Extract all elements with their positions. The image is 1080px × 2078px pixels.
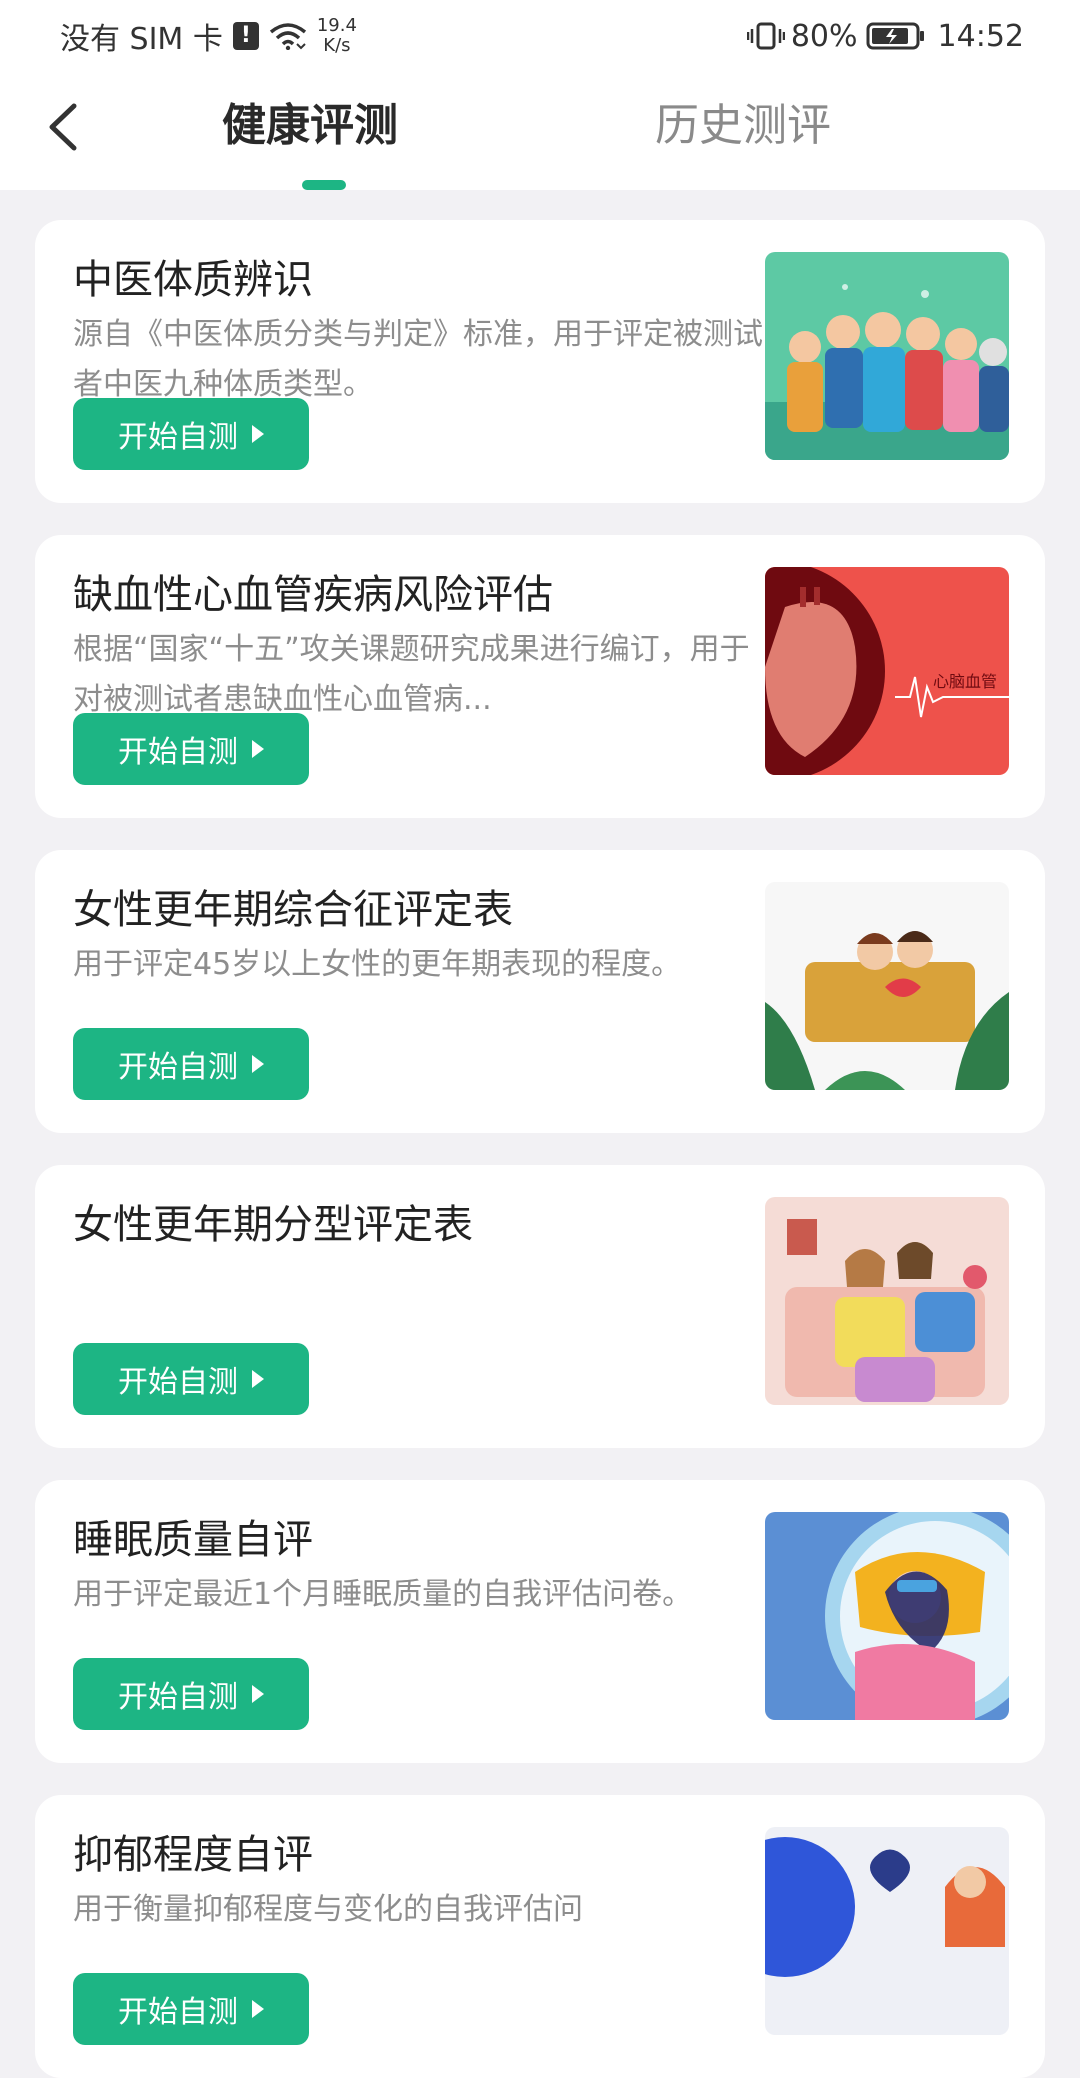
vibrate-icon — [746, 22, 785, 50]
tab-history-assessment[interactable]: 历史测评 — [655, 96, 831, 156]
start-self-test-button[interactable]: 开始自测 — [73, 1658, 309, 1730]
assessment-card[interactable]: 睡眠质量自评 用于评定最近1个月睡眠质量的自我评估问卷。 开始自测 — [35, 1480, 1045, 1763]
play-arrow-icon — [252, 1685, 264, 1703]
button-label: 开始自测 — [118, 1051, 238, 1084]
play-arrow-icon — [252, 425, 264, 443]
top-nav: 健康评测 历史测评 — [0, 74, 1080, 190]
card-description: 根据“国家“十五”攻关课题研究成果进行编订，用于对被测试者患缺血性心血管病... — [73, 632, 750, 717]
card-title: 缺血性心血管疾病风险评估 — [73, 572, 553, 618]
play-arrow-icon — [252, 1370, 264, 1388]
back-arrow-icon[interactable] — [40, 100, 90, 154]
image-caption: 心脑血管 — [933, 672, 997, 691]
card-title: 中医体质辨识 — [73, 257, 313, 303]
network-speed: 19.4 K/s — [317, 16, 357, 56]
start-self-test-button[interactable]: 开始自测 — [73, 1343, 309, 1415]
women-on-sofa-illustration — [765, 882, 1009, 1090]
speed-unit: K/s — [323, 35, 351, 56]
tab-health-assessment[interactable]: 健康评测 — [222, 96, 398, 156]
start-self-test-button[interactable]: 开始自测 — [73, 1028, 309, 1100]
button-label: 开始自测 — [118, 1681, 238, 1714]
battery-percent: 80% — [790, 18, 858, 54]
card-thumbnail: 心脑血管 — [765, 567, 1009, 775]
card-description: 用于评定最近1个月睡眠质量的自我评估问卷。 — [73, 1577, 693, 1612]
assessment-card[interactable]: 抑郁程度自评 用于衡量抑郁程度与变化的自我评估问 开始自测 — [35, 1795, 1045, 2078]
speed-value: 19.4 — [316, 15, 357, 36]
assessment-card[interactable]: 中医体质辨识 源自《中医体质分类与判定》标准，用于评定被测试者中医九种体质类型。… — [35, 220, 1045, 503]
button-label: 开始自测 — [118, 421, 238, 454]
play-arrow-icon — [252, 2000, 264, 2018]
broken-heart-illustration — [765, 1827, 1009, 2035]
card-title: 女性更年期综合征评定表 — [73, 887, 513, 933]
clock: 14:52 — [937, 18, 1024, 54]
play-arrow-icon — [252, 1055, 264, 1073]
start-self-test-button[interactable]: 开始自测 — [73, 1973, 309, 2045]
sim-alert-icon — [232, 22, 259, 50]
card-thumbnail — [765, 1827, 1009, 2035]
button-label: 开始自测 — [118, 736, 238, 769]
sleeping-woman-illustration — [765, 1512, 1009, 1720]
assessment-card[interactable]: 女性更年期分型评定表 开始自测 — [35, 1165, 1045, 1448]
battery-charging-icon — [866, 22, 924, 50]
women-knitting-illustration — [765, 1197, 1009, 1405]
start-self-test-button[interactable]: 开始自测 — [73, 713, 309, 785]
assessment-card[interactable]: 女性更年期综合征评定表 用于评定45岁以上女性的更年期表现的程度。 开始自测 — [35, 850, 1045, 1133]
button-label: 开始自测 — [118, 1366, 238, 1399]
active-tab-indicator — [302, 180, 346, 190]
card-title: 抑郁程度自评 — [73, 1832, 313, 1878]
wifi-icon — [269, 23, 306, 50]
card-thumbnail — [765, 882, 1009, 1090]
status-bar: 没有 SIM 卡 19.4 K/s 80% 14:52 — [0, 0, 1080, 74]
group-of-people-illustration — [765, 252, 1009, 460]
card-title: 睡眠质量自评 — [73, 1517, 313, 1563]
carrier-text: 没有 SIM 卡 — [60, 22, 223, 57]
button-label: 开始自测 — [118, 1996, 238, 2029]
card-thumbnail — [765, 252, 1009, 460]
card-description: 源自《中医体质分类与判定》标准，用于评定被测试者中医九种体质类型。 — [73, 317, 763, 402]
status-right: 80% 14:52 — [746, 14, 1024, 58]
card-thumbnail — [765, 1512, 1009, 1720]
start-self-test-button[interactable]: 开始自测 — [73, 398, 309, 470]
card-title: 女性更年期分型评定表 — [73, 1202, 473, 1248]
card-description: 用于衡量抑郁程度与变化的自我评估问 — [73, 1892, 583, 1927]
assessment-card[interactable]: 缺血性心血管疾病风险评估 根据“国家“十五”攻关课题研究成果进行编订，用于对被测… — [35, 535, 1045, 818]
play-arrow-icon — [252, 740, 264, 758]
heart-illustration: 心脑血管 — [765, 567, 1009, 775]
status-left: 没有 SIM 卡 19.4 K/s — [60, 14, 357, 58]
card-description: 用于评定45岁以上女性的更年期表现的程度。 — [73, 947, 682, 982]
card-thumbnail — [765, 1197, 1009, 1405]
